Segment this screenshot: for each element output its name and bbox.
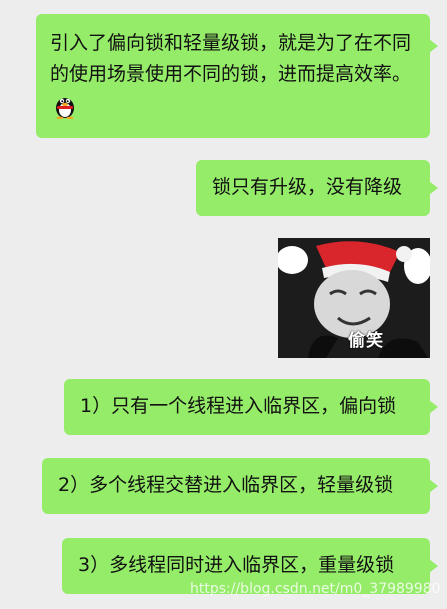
message-bubble-1[interactable]: 引入了偏向锁和轻量级锁，就是为了在不同的使用场景使用不同的锁，进而提高效率。 xyxy=(36,14,438,138)
sticker-caption: 偷笑 xyxy=(348,331,384,351)
message-text: 1）只有一个线程进入临界区，偏向锁 xyxy=(80,395,397,417)
message-bubble-3[interactable]: 1）只有一个线程进入临界区，偏向锁 xyxy=(64,379,438,435)
message-bubble-2[interactable]: 锁只有升级，没有降级 xyxy=(196,160,438,216)
message-text: 3）多线程同时进入临界区，重量级锁 xyxy=(78,554,395,576)
message-bubble-4[interactable]: 2）多个线程交替进入临界区，轻量级锁 xyxy=(42,458,438,514)
message-text: 引入了偏向锁和轻量级锁，就是为了在不同的使用场景使用不同的锁，进而提高效率。 xyxy=(50,32,412,85)
qq-penguin-icon xyxy=(54,93,76,119)
sticker-image[interactable]: 偷笑 xyxy=(278,238,430,358)
message-text: 2）多个线程交替进入临界区，轻量级锁 xyxy=(58,474,394,496)
watermark: https://blog.csdn.net/m0_37989980 xyxy=(190,581,441,597)
message-text: 锁只有升级，没有降级 xyxy=(212,176,403,198)
